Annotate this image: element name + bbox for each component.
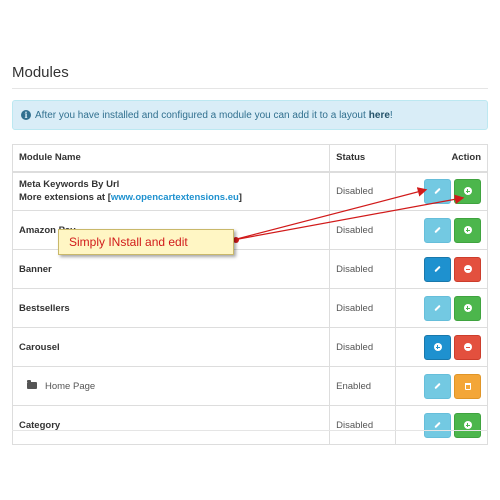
pencil-icon xyxy=(434,265,441,273)
module-name: Home Page xyxy=(45,380,96,392)
extra-prefix: More extensions at [ xyxy=(19,192,111,204)
alert-suffix: ! xyxy=(389,109,393,121)
info-circle-icon: i xyxy=(21,110,31,120)
table-row: Bestsellers Disabled xyxy=(11,288,488,328)
pencil-icon xyxy=(434,421,441,429)
plus-circle-icon xyxy=(463,304,472,312)
minus-circle-icon xyxy=(463,343,472,351)
status-cell: Disabled xyxy=(329,171,397,211)
status-cell: Disabled xyxy=(329,405,397,445)
annotation-callout: Simply INstall and edit xyxy=(58,229,234,255)
header-module-name[interactable]: Module Name xyxy=(11,144,331,173)
action-cell xyxy=(395,288,488,328)
action-cell xyxy=(395,327,488,367)
edit-button[interactable] xyxy=(424,178,451,204)
pencil-icon xyxy=(434,304,441,312)
status-cell: Disabled xyxy=(329,327,397,367)
page-title: Modules xyxy=(12,64,69,81)
modules-table: Module Name Status Action Meta Keywords … xyxy=(11,144,488,445)
table-header-row: Module Name Status Action xyxy=(11,144,488,173)
uninstall-button[interactable] xyxy=(454,256,481,282)
module-name: Meta Keywords By Url xyxy=(19,179,120,191)
action-cell xyxy=(395,210,488,250)
edit-button[interactable] xyxy=(424,295,451,321)
pencil-icon xyxy=(434,188,441,195)
install-button[interactable] xyxy=(454,412,481,438)
module-name: Category xyxy=(11,405,331,445)
install-button[interactable] xyxy=(454,295,481,321)
module-name: Carousel xyxy=(11,327,331,367)
action-cell xyxy=(395,249,488,289)
trash-icon xyxy=(464,382,471,390)
table-row: Meta Keywords By Url More extensions at … xyxy=(11,171,488,211)
alert-here-link[interactable]: here xyxy=(369,110,390,121)
table-row: Banner Disabled xyxy=(11,249,488,289)
alert-text: After you have installed and configured … xyxy=(35,109,366,121)
pencil-icon xyxy=(434,382,441,390)
extra-suffix: ] xyxy=(238,192,242,204)
module-name-cell: Meta Keywords By Url More extensions at … xyxy=(11,171,331,211)
delete-button[interactable] xyxy=(454,373,481,399)
info-alert: i After you have installed and configure… xyxy=(12,100,488,130)
table-row: Category Disabled xyxy=(11,405,488,445)
edit-button[interactable] xyxy=(424,373,451,399)
action-cell xyxy=(395,171,488,211)
folder-open-icon xyxy=(27,379,37,389)
action-cell xyxy=(395,405,488,445)
status-cell: Disabled xyxy=(329,249,397,289)
status-cell: Enabled xyxy=(329,366,397,406)
table-row: Carousel Disabled xyxy=(11,327,488,367)
plus-circle-icon xyxy=(463,187,472,196)
edit-button[interactable] xyxy=(424,256,451,282)
pencil-icon xyxy=(434,226,441,234)
status-cell: Disabled xyxy=(329,288,397,328)
uninstall-button[interactable] xyxy=(454,334,481,360)
module-name: Banner xyxy=(11,249,331,289)
module-extra-info: More extensions at [www.opencartextensio… xyxy=(19,191,323,204)
add-module-button[interactable] xyxy=(424,334,451,360)
module-name: Bestsellers xyxy=(11,288,331,328)
minus-circle-icon xyxy=(463,265,472,273)
bottom-divider xyxy=(12,430,488,431)
action-cell xyxy=(395,366,488,406)
module-name-cell: Home Page xyxy=(11,366,331,406)
install-button[interactable] xyxy=(454,178,481,204)
plus-circle-icon xyxy=(463,226,472,234)
install-button[interactable] xyxy=(454,217,481,243)
title-divider xyxy=(12,88,488,89)
opencartextensions-link[interactable]: www.opencartextensions.eu xyxy=(111,192,239,203)
header-action: Action xyxy=(395,144,488,173)
status-cell: Disabled xyxy=(329,210,397,250)
edit-button[interactable] xyxy=(424,217,451,243)
plus-circle-icon xyxy=(433,343,442,351)
header-status: Status xyxy=(329,144,397,173)
plus-circle-icon xyxy=(463,421,472,429)
table-row: Home Page Enabled xyxy=(11,366,488,406)
edit-button[interactable] xyxy=(424,412,451,438)
